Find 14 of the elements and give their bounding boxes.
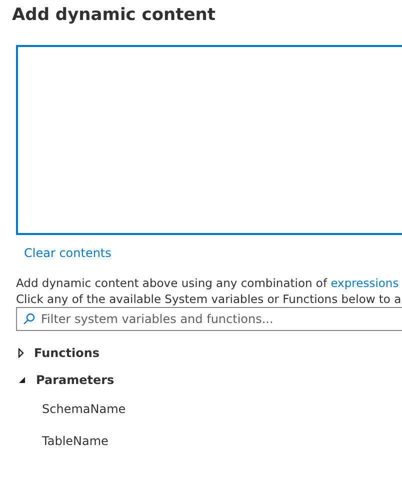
search-icon [23, 313, 35, 325]
caret-right-icon[interactable] [18, 348, 24, 358]
help-text: Add dynamic content above using any combination of expressions [16, 275, 400, 291]
clear-contents-link[interactable]: Clear contents [24, 245, 112, 261]
parameter-item[interactable]: TableName [42, 434, 108, 448]
expression-editor[interactable] [16, 45, 402, 235]
filter-field[interactable]: Filter system variables and functions... [16, 307, 402, 331]
parameter-item[interactable]: SchemaName [42, 402, 126, 416]
tree-group[interactable]: Parameters [36, 372, 114, 386]
caret-down-icon[interactable] [18, 376, 26, 384]
dialog-title: Add dynamic content [12, 4, 217, 26]
tree-group[interactable]: Functions [34, 346, 100, 360]
help-text: Click any of the available System variables or Functions below to a [16, 291, 402, 307]
expressions-link[interactable]: expressions [330, 276, 399, 290]
